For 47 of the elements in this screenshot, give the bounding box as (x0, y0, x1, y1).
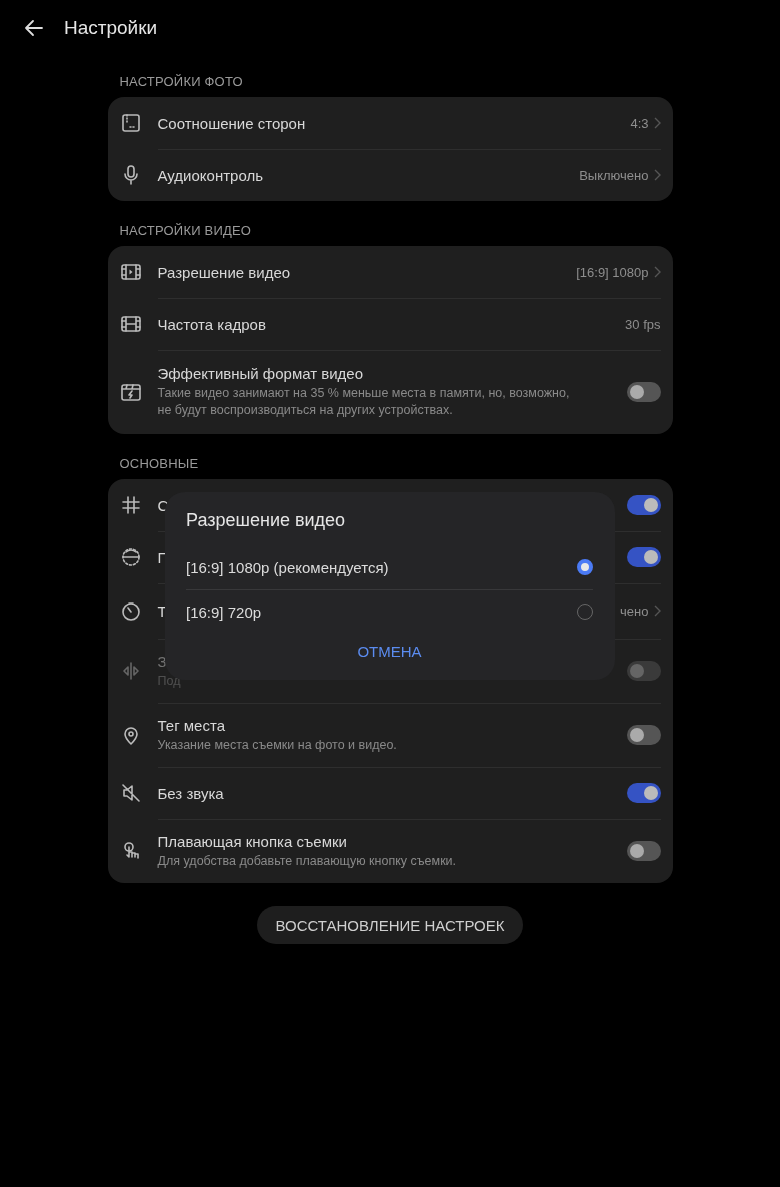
video-icon (119, 261, 142, 283)
timer-icon (119, 600, 142, 622)
chevron-right-icon (652, 117, 661, 129)
frame-icon (119, 112, 142, 134)
setting-title: Т (157, 602, 167, 620)
chevron-right-icon (652, 605, 661, 617)
dialog-title: Разрешение видео (186, 510, 347, 531)
cancel-button[interactable]: ОТМЕНА (351, 642, 428, 661)
chevron-right-icon (652, 169, 661, 181)
section-label: НАСТРОЙКИ ФОТО (118, 73, 244, 91)
setting-title: Плавающая кнопка съемки (157, 832, 347, 850)
setting-title: Разрешение видео (157, 263, 291, 281)
radio-button[interactable] (577, 559, 593, 575)
toggle-switch[interactable] (626, 547, 661, 567)
muted-speaker-icon (119, 782, 142, 804)
setting-value: 30 fps (625, 316, 661, 332)
toggle-switch[interactable] (626, 725, 661, 745)
setting-title: Частота кадров (157, 315, 266, 333)
toggle-switch[interactable] (626, 841, 661, 861)
toggle-switch[interactable] (626, 495, 661, 515)
reset-settings-button[interactable]: ВОССТАНОВЛЕНИЕ НАСТРОЕК (257, 906, 523, 944)
level-icon (119, 546, 142, 568)
section-label: НАСТРОЙКИ ВИДЕО (118, 222, 253, 240)
setting-value: чено (620, 603, 649, 619)
setting-value: Выключено (579, 167, 649, 183)
setting-value: [16:9] 1080p (576, 264, 649, 280)
setting-title: Без звука (157, 784, 224, 802)
clapper-icon (119, 381, 142, 403)
chevron-right-icon (652, 266, 661, 278)
setting-title: Г (157, 548, 166, 566)
film-icon (119, 313, 142, 335)
setting-title: Эффективный формат видео (157, 365, 364, 383)
section-label: ОСНОВНЫЕ (118, 455, 200, 473)
option-label[interactable]: [16:9] 1080p (рекомендуется) (186, 558, 389, 576)
setting-title: Соотношение сторон (157, 114, 306, 132)
setting-value: 4:3 (630, 115, 649, 131)
option-label[interactable]: [16:9] 720p (186, 603, 262, 621)
setting-description: Такие видео занимают на 35 % меньше места в памяти, но, возможно, не будут воспроизводиться на других устройствах. (157, 385, 571, 419)
setting-title: Тег места (157, 716, 225, 734)
setting-description: Для удобства добавьте плавающую кнопку съемки. (157, 852, 457, 870)
setting-description: Указание места съемки на фото и видео. (157, 736, 397, 754)
toggle-switch[interactable] (626, 783, 661, 803)
page-title: Настройки (64, 17, 158, 39)
grid-icon (119, 494, 142, 516)
toggle-switch[interactable] (626, 382, 661, 402)
setting-title: З (157, 652, 167, 670)
setting-title: Аудиоконтроль (157, 166, 263, 184)
